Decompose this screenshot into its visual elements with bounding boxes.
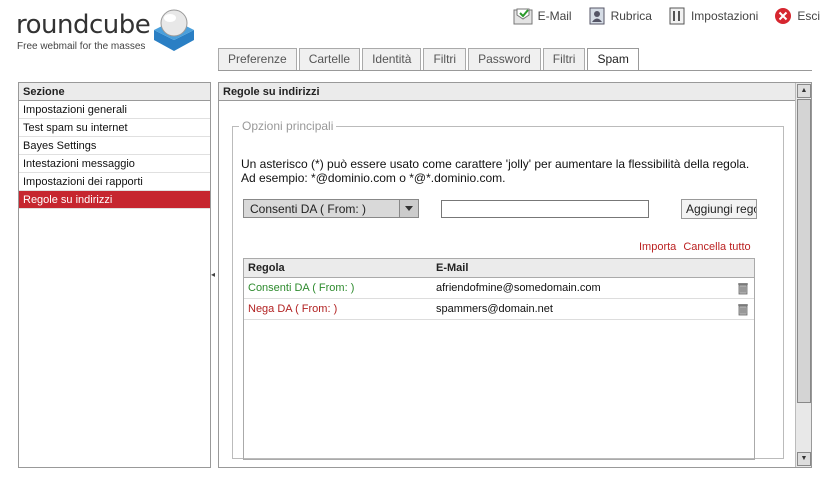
vertical-scrollbar[interactable]: ▲ ▼ [795, 83, 811, 467]
mail-icon [513, 8, 533, 25]
rule-type-value: Consenti DA ( From: ) [250, 202, 367, 216]
rules-table: Regola E-Mail Consenti DA ( From: ) afri… [243, 258, 755, 460]
nav-email[interactable]: E-Mail [513, 7, 572, 25]
table-row[interactable]: Consenti DA ( From: ) afriendofmine@some… [244, 278, 754, 299]
nav-settings[interactable]: Impostazioni [668, 7, 758, 25]
import-link[interactable]: Importa [639, 241, 676, 253]
section-item-general[interactable]: Impostazioni generali [19, 101, 210, 119]
table-header: Regola E-Mail [244, 259, 754, 278]
trash-icon[interactable] [737, 282, 749, 295]
settings-icon [669, 7, 685, 25]
email-cell: spammers@domain.net [436, 303, 553, 315]
nav-logout[interactable]: Esci [774, 7, 820, 25]
main-options-fieldset: Opzioni principali Un asterisco (*) può … [232, 119, 784, 460]
column-header-email[interactable]: E-Mail [432, 259, 472, 277]
chevron-down-icon[interactable] [399, 200, 418, 217]
section-item-reports[interactable]: Impostazioni dei rapporti [19, 173, 210, 191]
tab-filtri-2[interactable]: Filtri [542, 48, 586, 70]
section-item-headers[interactable]: Intestazioni messaggio [19, 155, 210, 173]
column-header-rule[interactable]: Regola [244, 259, 432, 277]
main-panel: Regole su indirizzi Opzioni principali U… [218, 82, 812, 468]
top-navigation: E-Mail Rubrica Impostazioni Esci [497, 6, 820, 26]
scroll-up-button[interactable]: ▲ [797, 84, 811, 98]
nav-addressbook-label: Rubrica [610, 9, 652, 23]
rule-cell: Consenti DA ( From: ) [248, 282, 355, 294]
tab-cartelle[interactable]: Cartelle [298, 48, 361, 70]
section-item-bayes[interactable]: Bayes Settings [19, 137, 210, 155]
nav-addressbook[interactable]: Rubrica [588, 7, 652, 25]
tab-spam[interactable]: Spam [587, 48, 639, 71]
addressbook-icon [589, 7, 605, 25]
rule-description: Un asterisco (*) può essere usato come c… [241, 157, 781, 185]
logo-icon [154, 9, 194, 51]
section-item-address-rules[interactable]: Regole su indirizzi [19, 191, 210, 209]
trash-icon[interactable] [737, 303, 749, 316]
rule-type-select[interactable]: Consenti DA ( From: ) [243, 199, 419, 218]
logo-text: roundcube [16, 10, 151, 40]
nav-logout-label: Esci [797, 9, 820, 23]
section-list: Sezione Impostazioni generali Test spam … [18, 82, 211, 468]
table-row[interactable]: Nega DA ( From: ) spammers@domain.net [244, 299, 754, 320]
logo: roundcube Free webmail for the masses [16, 6, 201, 54]
clear-all-link[interactable]: Cancella tutto [683, 241, 750, 253]
description-line-2: Ad esempio: *@dominio.com o *@*.dominio.… [241, 171, 506, 185]
settings-tabs: Preferenze Cartelle Identità Filtri Pass… [218, 48, 641, 71]
fieldset-legend: Opzioni principali [242, 119, 334, 133]
panel-title: Regole su indirizzi [219, 83, 811, 101]
tabs-divider [218, 70, 812, 71]
email-cell: afriendofmine@somedomain.com [436, 282, 601, 294]
add-rule-button[interactable]: Aggiungi regola [681, 199, 757, 219]
tab-preferenze[interactable]: Preferenze [218, 48, 297, 70]
nav-email-label: E-Mail [537, 9, 572, 23]
tab-identita[interactable]: Identità [362, 48, 422, 70]
tab-password[interactable]: Password [468, 48, 541, 70]
rule-cell: Nega DA ( From: ) [248, 303, 338, 315]
scroll-down-button[interactable]: ▼ [797, 452, 811, 466]
nav-settings-label: Impostazioni [690, 9, 759, 23]
logo-tagline: Free webmail for the masses [17, 41, 146, 52]
tab-filtri[interactable]: Filtri [423, 48, 467, 70]
section-item-internet-tests[interactable]: Test spam su internet [19, 119, 210, 137]
table-actions: Importa Cancella tutto [639, 241, 755, 253]
pane-splitter[interactable]: ◂ [211, 271, 216, 279]
logout-icon [775, 8, 792, 24]
email-pattern-input[interactable] [441, 200, 649, 218]
description-line-1: Un asterisco (*) può essere usato come c… [241, 157, 750, 171]
scroll-thumb[interactable] [797, 99, 811, 403]
section-list-header: Sezione [19, 83, 210, 101]
